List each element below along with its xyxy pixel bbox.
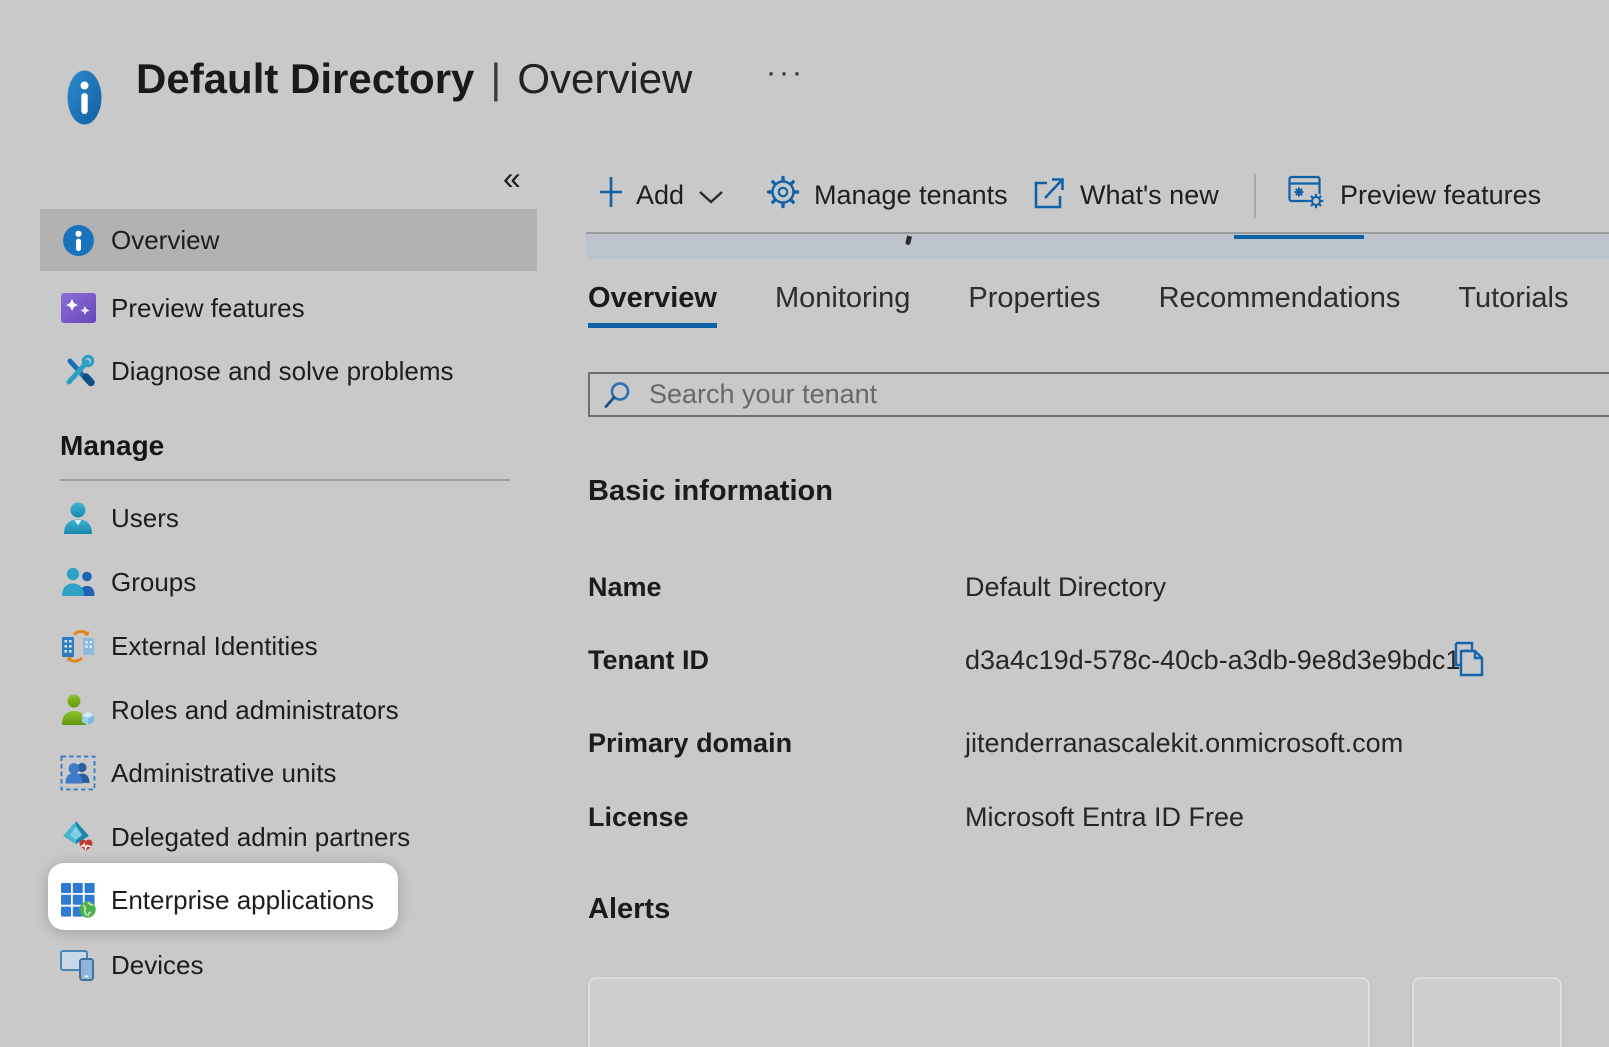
info-row-name: Name Default Directory bbox=[588, 572, 1166, 603]
administrative-units-icon bbox=[60, 755, 96, 791]
sidebar-item-users[interactable]: Users bbox=[40, 487, 537, 549]
open-in-new-icon bbox=[1032, 174, 1066, 217]
info-row-tenant-id: Tenant ID d3a4c19d-578c-40cb-a3db-9e8d3e… bbox=[588, 645, 1468, 676]
info-label: Tenant ID bbox=[588, 645, 965, 676]
page-title-directory: Default Directory bbox=[136, 55, 474, 102]
info-value: jitenderranascalekit.onmicrosoft.com bbox=[965, 728, 1403, 759]
preview-features-icon bbox=[60, 293, 96, 323]
sidebar-item-enterprise-applications[interactable]: Enterprise applications bbox=[40, 869, 537, 931]
roles-administrators-icon bbox=[60, 693, 96, 727]
chevron-down-icon bbox=[698, 180, 724, 211]
tab-recommendations[interactable]: Recommendations bbox=[1159, 281, 1401, 328]
info-label: Name bbox=[588, 572, 965, 603]
sidebar-item-diagnose[interactable]: Diagnose and solve problems bbox=[40, 340, 537, 402]
sidebar-item-preview-features[interactable]: Preview features bbox=[40, 277, 537, 339]
entra-overview-page: { "header": { "title": "Default Director… bbox=[0, 0, 1609, 1028]
sidebar-item-label: Users bbox=[111, 503, 179, 534]
tenant-search-box bbox=[588, 372, 1609, 417]
basic-information-heading: Basic information bbox=[588, 475, 833, 508]
tab-properties[interactable]: Properties bbox=[968, 281, 1100, 328]
page-title: Default Directory | Overview bbox=[136, 55, 692, 103]
alerts-heading: Alerts bbox=[588, 893, 670, 926]
copy-tenant-id-button[interactable] bbox=[1450, 640, 1488, 683]
delegated-admin-partners-icon bbox=[60, 820, 96, 854]
gear-icon bbox=[766, 175, 800, 216]
directory-info-icon bbox=[67, 70, 102, 130]
whats-new-label: What's new bbox=[1080, 180, 1219, 211]
add-button[interactable]: Add bbox=[600, 170, 724, 220]
sidebar-item-label: Devices bbox=[111, 950, 203, 981]
preview-features-toolbar-icon bbox=[1288, 174, 1326, 217]
sidebar-collapse-icon[interactable]: « bbox=[503, 160, 521, 196]
whats-new-button[interactable]: What's new bbox=[1032, 170, 1219, 220]
info-label: License bbox=[588, 802, 965, 833]
page-title-blade: Overview bbox=[517, 55, 692, 102]
plus-icon bbox=[600, 175, 622, 216]
cropped-blue-underline bbox=[1234, 235, 1364, 239]
info-row-primary-domain: Primary domain jitenderranascalekit.onmi… bbox=[588, 728, 1403, 759]
sidebar-item-label: Roles and administrators bbox=[111, 695, 399, 726]
alert-card bbox=[588, 977, 1370, 1047]
tab-tutorials[interactable]: Tutorials bbox=[1458, 281, 1568, 328]
users-icon bbox=[60, 501, 96, 535]
info-value: Default Directory bbox=[965, 572, 1166, 603]
sidebar-item-roles-administrators[interactable]: Roles and administrators bbox=[40, 679, 537, 741]
groups-icon bbox=[60, 566, 96, 598]
sidebar-item-external-identities[interactable]: External Identities bbox=[40, 615, 537, 677]
search-icon bbox=[603, 380, 633, 410]
info-label: Primary domain bbox=[588, 728, 965, 759]
sidebar-section-manage: Manage bbox=[60, 430, 164, 462]
sidebar-item-devices[interactable]: Devices bbox=[40, 934, 537, 996]
sidebar-item-label: Enterprise applications bbox=[111, 885, 374, 916]
page-title-separator: | bbox=[490, 55, 501, 102]
info-value: Microsoft Entra ID Free bbox=[965, 802, 1244, 833]
sidebar-item-label: Delegated admin partners bbox=[111, 822, 410, 853]
devices-icon bbox=[60, 949, 96, 981]
sidebar-item-label: Diagnose and solve problems bbox=[111, 356, 454, 387]
sidebar-item-label: Groups bbox=[111, 567, 196, 598]
preview-features-label: Preview features bbox=[1340, 180, 1541, 211]
info-icon bbox=[60, 224, 96, 257]
more-actions-icon[interactable]: ··· bbox=[766, 56, 805, 90]
pivot-tabs: Overview Monitoring Properties Recommend… bbox=[588, 281, 1568, 328]
sidebar-item-delegated-admin-partners[interactable]: Delegated admin partners bbox=[40, 806, 537, 868]
search-input[interactable] bbox=[649, 379, 1609, 410]
manage-tenants-button[interactable]: Manage tenants bbox=[766, 170, 1008, 220]
alert-card bbox=[1412, 977, 1562, 1047]
sidebar-item-label: Preview features bbox=[111, 293, 305, 324]
sidebar-item-overview[interactable]: Overview bbox=[40, 209, 537, 271]
sidebar-item-administrative-units[interactable]: Administrative units bbox=[40, 742, 537, 804]
manage-tenants-label: Manage tenants bbox=[814, 180, 1008, 211]
sidebar-divider bbox=[60, 479, 510, 481]
enterprise-applications-icon bbox=[60, 882, 96, 918]
sidebar-item-groups[interactable]: Groups bbox=[40, 551, 537, 613]
info-row-license: License Microsoft Entra ID Free bbox=[588, 802, 1244, 833]
info-value: d3a4c19d-578c-40cb-a3db-9e8d3e9bdc1f bbox=[965, 645, 1468, 676]
diagnose-tools-icon bbox=[60, 354, 96, 389]
sidebar-item-label: Overview bbox=[111, 225, 219, 256]
sidebar-item-label: External Identities bbox=[111, 631, 318, 662]
toolbar-divider bbox=[1254, 174, 1256, 218]
tab-overview[interactable]: Overview bbox=[588, 281, 717, 328]
add-button-label: Add bbox=[636, 180, 684, 211]
cropped-banner-strip bbox=[586, 232, 1609, 259]
tab-monitoring[interactable]: Monitoring bbox=[775, 281, 910, 328]
external-identities-icon bbox=[60, 629, 96, 663]
sidebar-item-label: Administrative units bbox=[111, 758, 336, 789]
cropped-text-artifact bbox=[905, 236, 912, 246]
preview-features-button[interactable]: Preview features bbox=[1288, 170, 1541, 220]
